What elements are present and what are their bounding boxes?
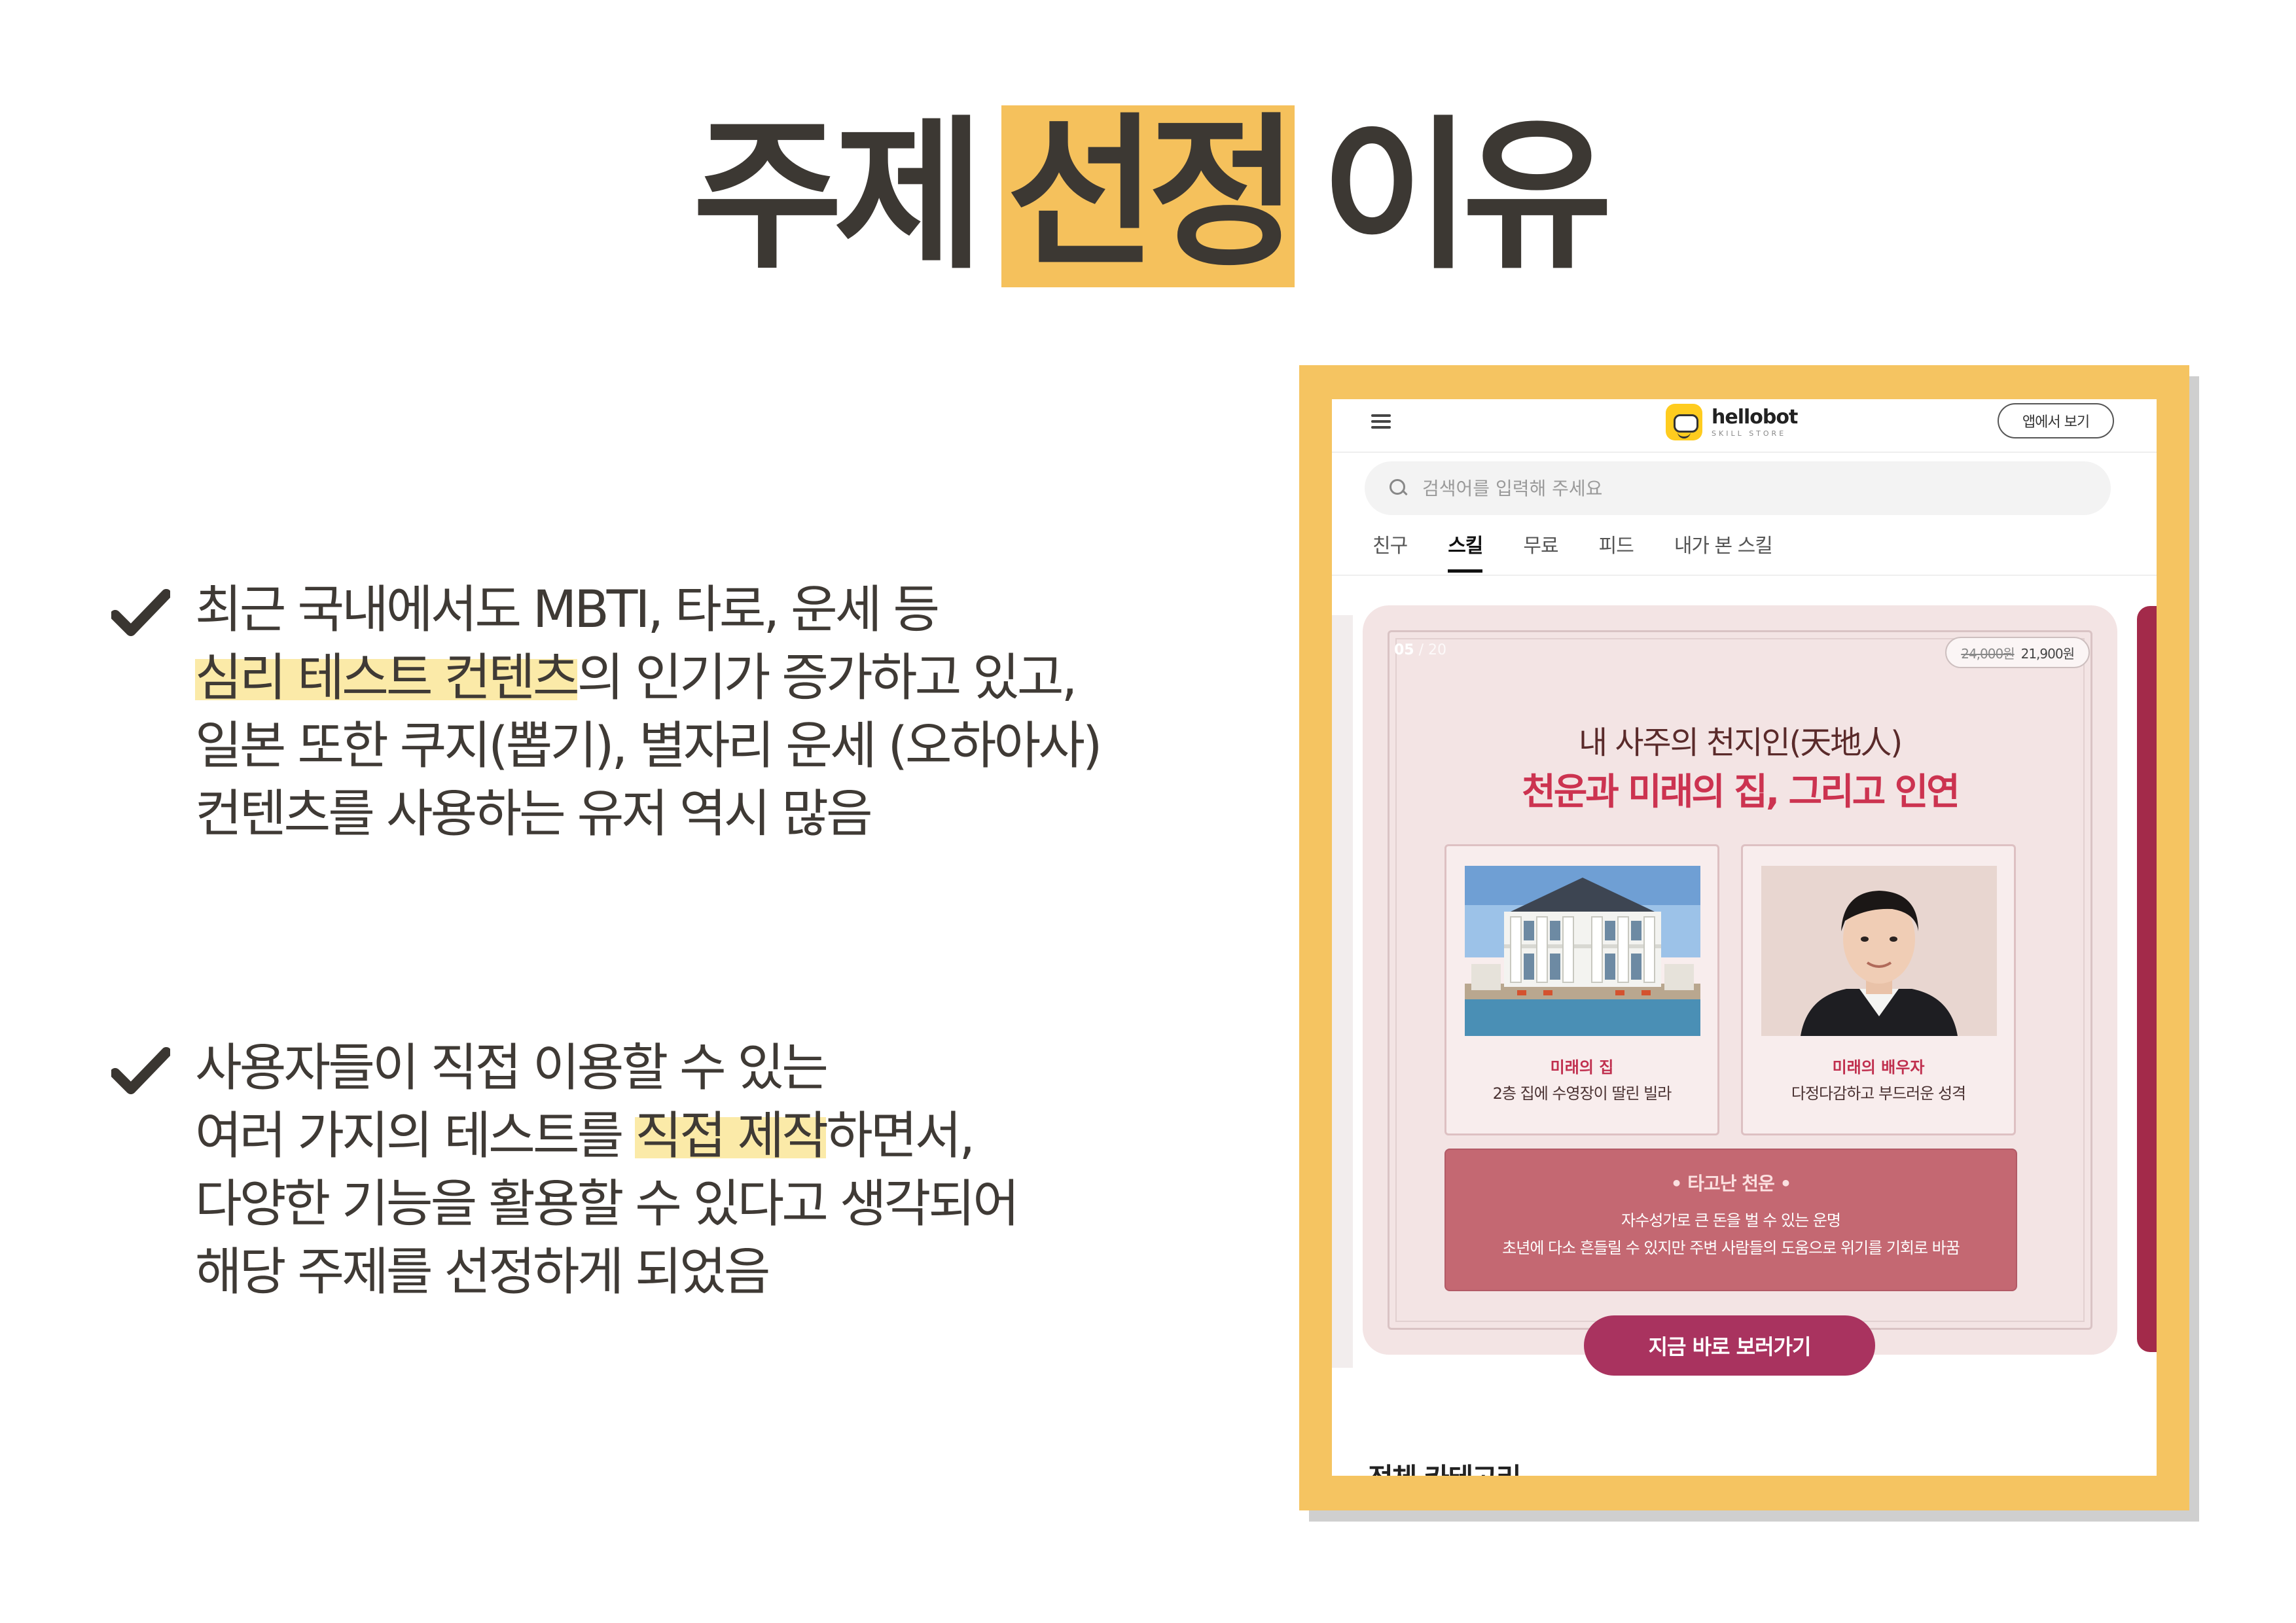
bullet-1-text: 최근 국내에서도 MBTI, 타로, 운세 등 심리 테스트 컨텐츠의 인기가 …	[195, 576, 1308, 848]
bullet-2-text: 사용자들이 직접 이용할 수 있는 여러 가지의 테스트를 직접 제작하면서, …	[195, 1034, 1308, 1306]
house-card-title: 미래의 집	[1550, 1058, 1614, 1077]
house-card-desc: 2층 집에 수영장이 딸린 빌라	[1492, 1084, 1672, 1103]
bullet-1-line-3: 일본 또한 쿠지(뽑기), 별자리 운세 (오하아사)	[195, 717, 1102, 776]
price-badge: 24,000원 21,900원	[1945, 637, 2090, 668]
bullet-2-line-4: 해당 주제를 선정하게 되었음	[195, 1243, 771, 1302]
highlight-direct-production: 직접 제작	[635, 1107, 829, 1166]
bullet-1-line-2-rest: 의 인기가 증가하고 있고,	[577, 649, 1078, 707]
bullet-1-line-1: 최근 국내에서도 MBTI, 타로, 운세 등	[195, 580, 940, 639]
logo-subtitle: SKILL STORE	[1712, 429, 1787, 438]
bullet-2-line-1: 사용자들이 직접 이용할 수 있는	[195, 1039, 829, 1097]
bullet-1-line-4: 컨텐츠를 사용하는 유저 역시 많음	[195, 785, 873, 844]
checkmark-icon	[111, 589, 170, 636]
search-bar[interactable]	[1365, 461, 2111, 515]
title-word-1: 주제	[692, 101, 984, 291]
bullet-1-line-2: 심리 테스트 컨텐츠의 인기가 증가하고 있고,	[195, 644, 1308, 712]
view-now-button[interactable]: 지금 바로 보러가기	[1584, 1315, 1875, 1376]
hellobot-screenshot: hellobot SKILL STORE 앱에서 보기 친구 스킬 무료 피드 …	[1332, 399, 2157, 1476]
bullet-2-line-3: 다양한 기능을 활용할 수 있다고 생각되어	[195, 1175, 1020, 1234]
open-in-app-button[interactable]: 앱에서 보기	[1998, 403, 2114, 438]
banner-card[interactable]: 05 / 20 24,000원 21,900원 내 사주의 천지인(天地人) 천…	[1363, 605, 2117, 1355]
future-house-card: 미래의 집 2층 집에 수영장이 딸린 빌라	[1444, 844, 1719, 1135]
bullet-1: 최근 국내에서도 MBTI, 타로, 운세 등 심리 테스트 컨텐츠의 인기가 …	[111, 576, 1289, 864]
bullet-2: 사용자들이 직접 이용할 수 있는 여러 가지의 테스트를 직접 제작하면서, …	[111, 1034, 1289, 1322]
title-word-3: 이유	[1321, 101, 1613, 291]
all-categories-heading: 전체 카테고리	[1368, 1456, 1521, 1476]
counter-total: / 20	[1414, 642, 1447, 658]
future-spouse-card: 미래의 배우자 다정다감하고 부드러운 성격	[1741, 844, 2016, 1135]
search-input[interactable]	[1422, 477, 2011, 499]
original-price: 24,000원	[1961, 645, 2015, 662]
banner-counter: 05 / 20	[1394, 642, 1446, 658]
hellobot-logo[interactable]: hellobot SKILL STORE	[1666, 399, 1798, 445]
destiny-line-2: 초년에 다소 흔들릴 수 있지만 주변 사람들의 도움으로 위기를 기회로 바꿈	[1502, 1239, 1960, 1257]
title-highlight: 선정	[1001, 105, 1299, 287]
destiny-box: • 타고난 천운 • 자수성가로 큰 돈을 벌 수 있는 운명 초년에 다소 흔…	[1444, 1149, 2017, 1291]
banner-heading-1: 내 사주의 천지인(天地人)	[1578, 724, 1903, 761]
checkmark-icon	[111, 1047, 170, 1094]
bullet-2-line-2-before: 여러 가지의 테스트를	[195, 1107, 636, 1166]
search-icon	[1390, 479, 1408, 497]
house-photo	[1465, 866, 1700, 1036]
menu-icon[interactable]	[1371, 414, 1391, 429]
spouse-photo	[1761, 866, 1997, 1036]
sale-price: 21,900원	[2020, 645, 2075, 662]
next-banner-peek[interactable]	[2137, 606, 2157, 1352]
tab-skills[interactable]: 스킬	[1448, 527, 1483, 573]
tab-bar: 친구 스킬 무료 피드 내가 본 스킬	[1372, 527, 1813, 573]
previous-banner-peek[interactable]	[1332, 615, 1353, 1368]
logo-name: hellobot	[1712, 405, 1798, 429]
destiny-title: • 타고난 천운 •	[1670, 1173, 1792, 1194]
highlight-psych-test: 심리 테스트 컨텐츠	[195, 649, 580, 707]
destiny-line-1: 자수성가로 큰 돈을 벌 수 있는 운명	[1621, 1211, 1841, 1230]
slide-title: 주제 선정 이유	[0, 98, 2296, 294]
tab-viewed-skills[interactable]: 내가 본 스킬	[1674, 527, 1773, 573]
bullet-2-line-2: 여러 가지의 테스트를 직접 제작하면서,	[195, 1102, 1308, 1170]
tab-friends[interactable]: 친구	[1372, 527, 1408, 573]
banner-heading-2: 천운과 미래의 집, 그리고 인연	[1522, 771, 1960, 813]
tab-free[interactable]: 무료	[1523, 527, 1558, 573]
counter-current: 05	[1394, 642, 1414, 658]
tab-feed[interactable]: 피드	[1599, 527, 1634, 573]
tabs-divider	[1332, 575, 2157, 576]
spouse-card-title: 미래의 배우자	[1832, 1058, 1925, 1077]
hellobot-mascot-icon	[1666, 404, 1702, 440]
spouse-card-desc: 다정다감하고 부드러운 성격	[1791, 1084, 1966, 1103]
bullet-2-line-2-after: 하면서,	[826, 1107, 975, 1166]
header-divider	[1332, 452, 2157, 453]
